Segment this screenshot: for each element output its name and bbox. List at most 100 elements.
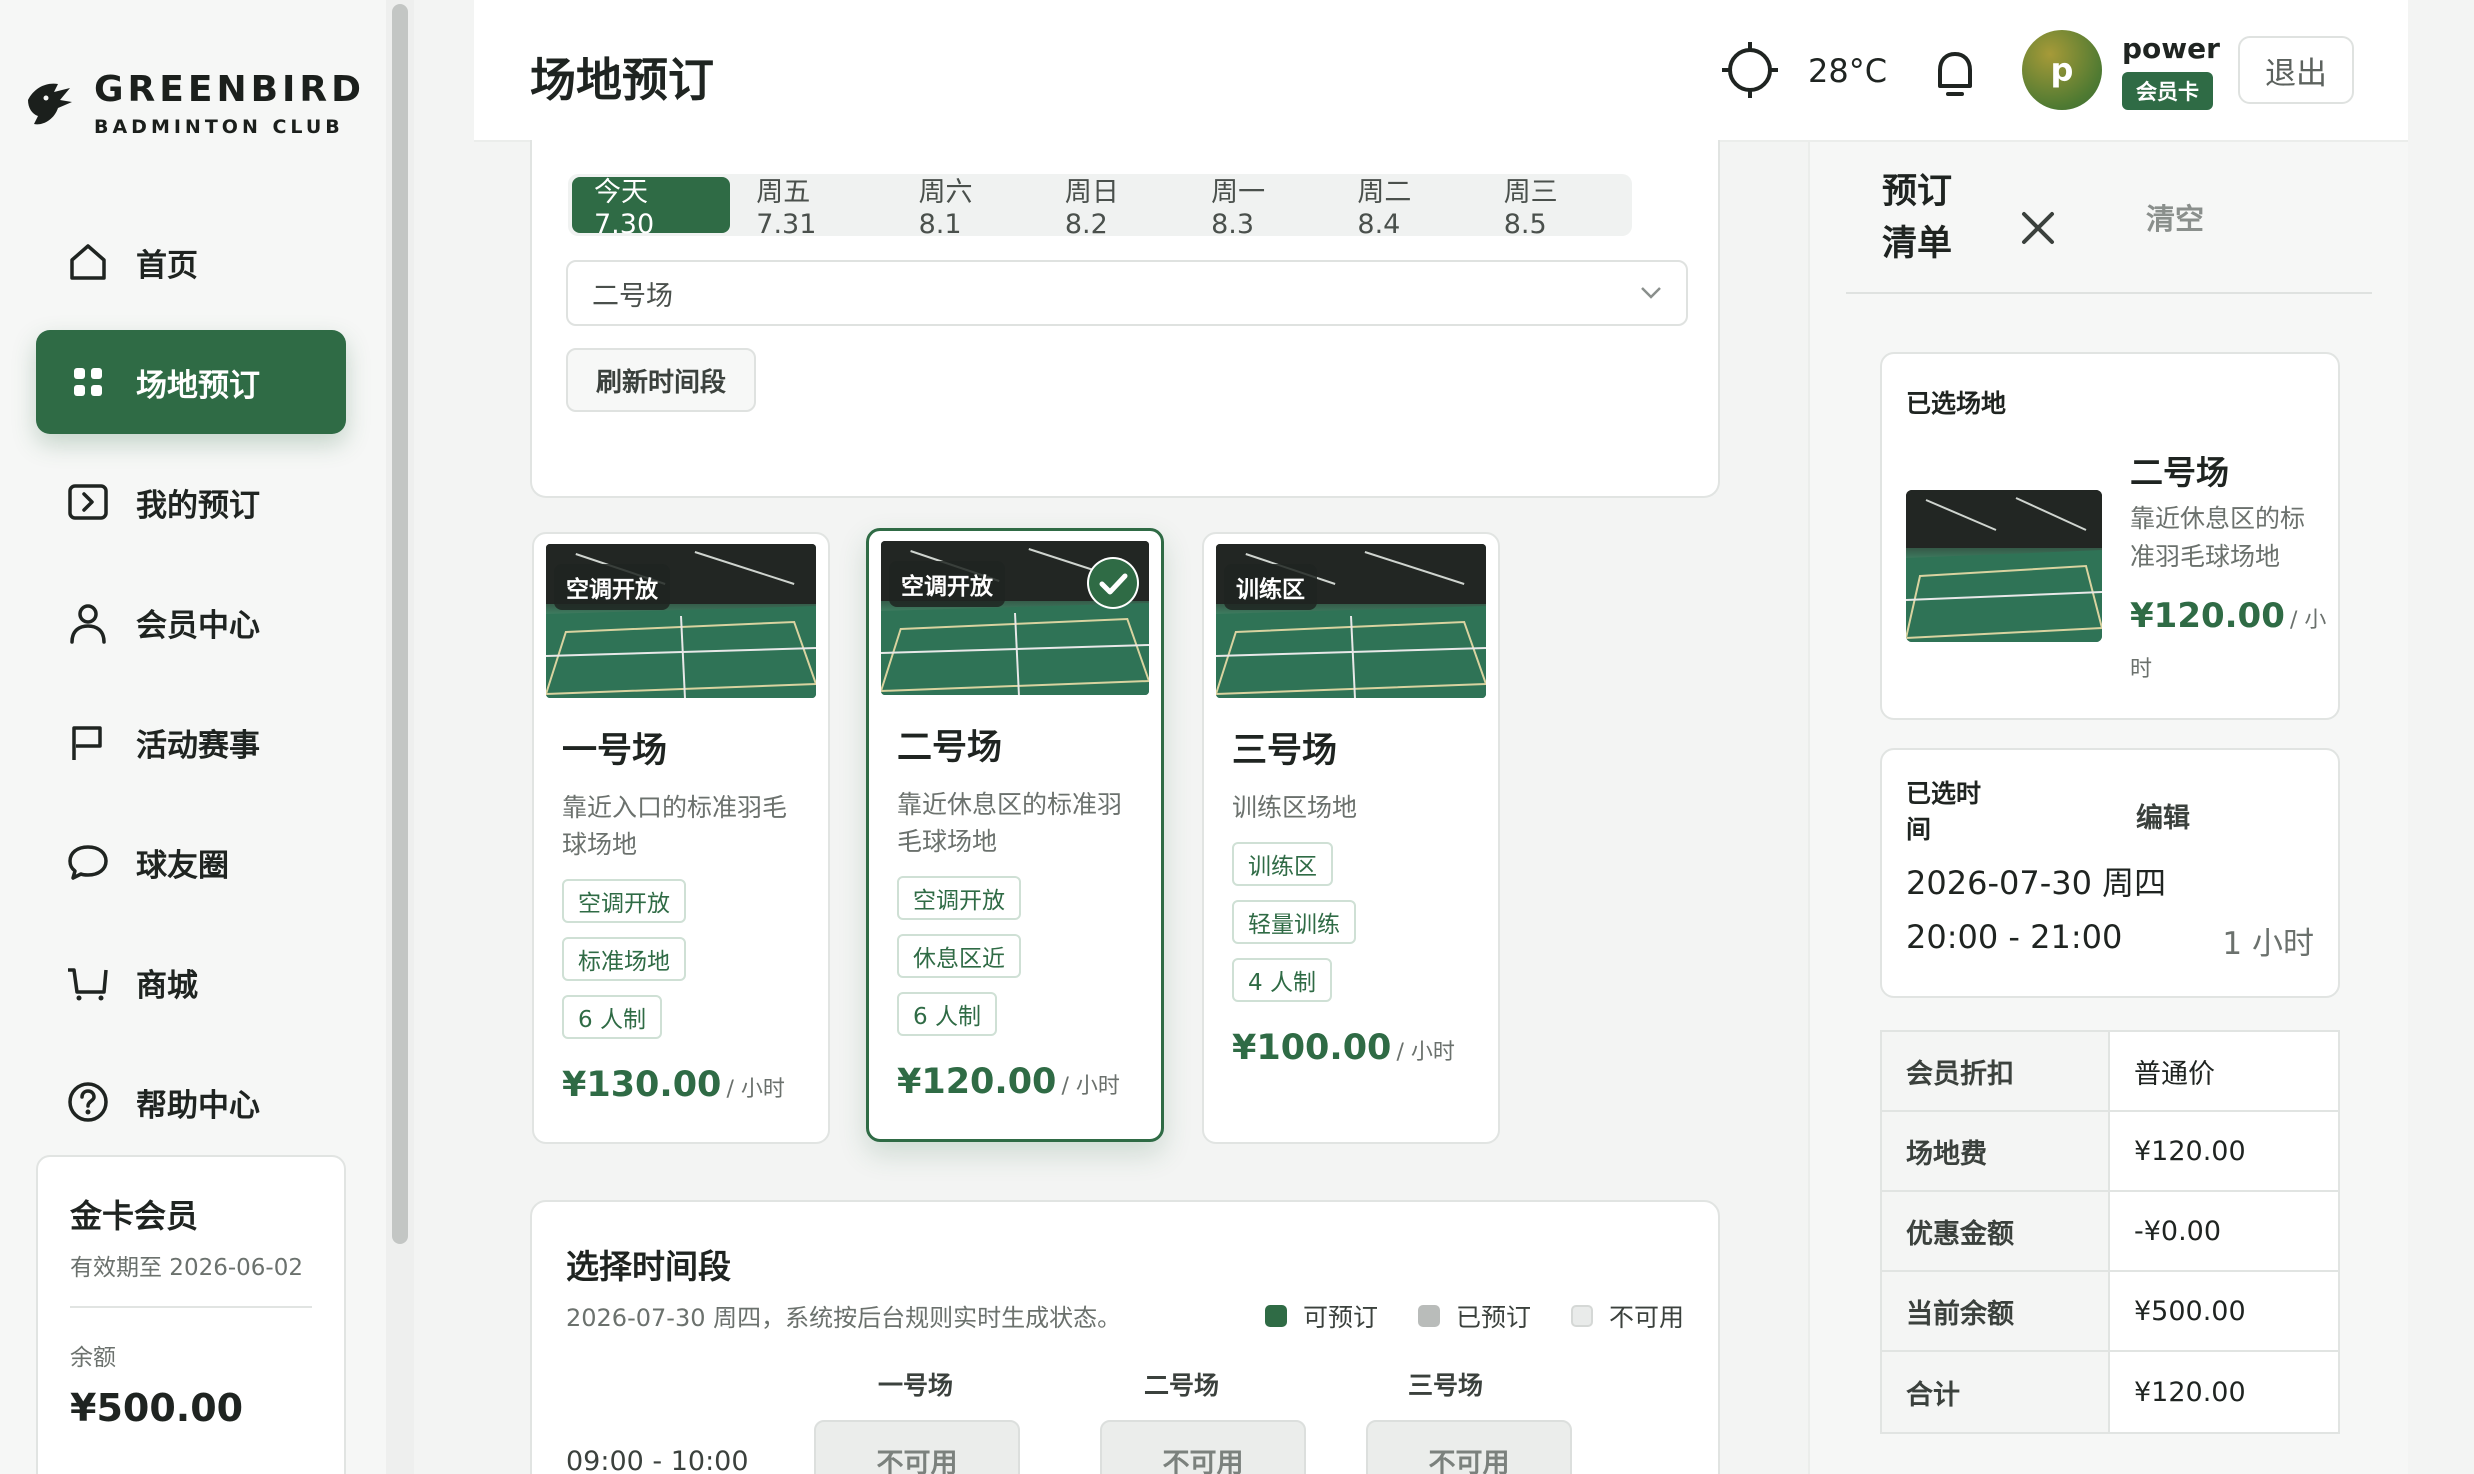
date-tab[interactable]: 周三 8.5 — [1482, 177, 1624, 240]
court-photo — [1906, 490, 2102, 642]
time-slot-button[interactable]: 不可用 — [1100, 1420, 1306, 1474]
selected-court-label: 已选场地 — [1906, 389, 2007, 418]
time-section-title: 选择时间段 — [566, 1247, 731, 1286]
nav-item-events[interactable]: 活动赛事 — [36, 690, 346, 794]
chevron-down-icon — [1641, 287, 1661, 299]
nav-item-community[interactable]: 球友圈 — [36, 810, 346, 914]
summary-row: 优惠金额 -¥0.00 — [1882, 1192, 2338, 1272]
court-price: ¥130.00 — [562, 1065, 722, 1105]
clear-cart-button[interactable]: 清空 — [2146, 196, 2204, 238]
legend-swatch — [1264, 1305, 1287, 1327]
summary-value: ¥120.00 — [2134, 1135, 2246, 1167]
member-tier: 金卡会员 — [70, 1197, 199, 1235]
court-card-2[interactable]: 空调开放 二号场 靠近休息区的标准羽毛球场地 空调开放 休息区近 6 人制 ¥1… — [866, 528, 1164, 1142]
selected-court-description: 靠近休息区的标准羽毛球场地 — [2130, 504, 2306, 571]
balance-label: 余额 — [70, 1345, 116, 1371]
flag-icon — [72, 726, 102, 760]
slot-time-label: 09:00 - 10:00 — [566, 1446, 749, 1474]
selected-court-price: ¥120.00 — [2130, 596, 2285, 636]
sidebar: GREENBIRD BADMINTON CLUB 首页 场地预订 我的预订 会员… — [0, 0, 386, 1474]
main-nav: 首页 场地预订 我的预订 会员中心 活动赛事 球友圈 商城 帮助中心 — [36, 210, 346, 1170]
brand-subtitle: BADMINTON CLUB — [94, 116, 344, 138]
court-feature-tag: 6 人制 — [562, 995, 662, 1039]
court-image-tag: 训练区 — [1224, 564, 1317, 610]
selected-duration: 1 小时 — [2222, 926, 2314, 962]
brand-name: GREENBIRD — [94, 69, 366, 110]
user-icon — [70, 604, 106, 644]
selected-time-range: 20:00 - 21:00 — [1906, 918, 2123, 956]
court-image: 空调开放 — [881, 541, 1149, 695]
divider — [1846, 292, 2372, 294]
summary-key: 优惠金额 — [1882, 1192, 2110, 1270]
filter-panel: 今天 7.30 周五 7.31 周六 8.1 周日 8.2 周一 8.3 周二 … — [530, 140, 1720, 498]
price-summary-table: 会员折扣 普通价 场地费 ¥120.00 优惠金额 -¥0.00 当前余额 ¥5… — [1880, 1030, 2340, 1434]
date-tab[interactable]: 周一 8.3 — [1189, 177, 1331, 240]
court-select[interactable]: 二号场 — [566, 260, 1688, 326]
court-feature-tag: 空调开放 — [897, 876, 1021, 920]
nav-item-my-bookings[interactable]: 我的预订 — [36, 450, 346, 554]
grid-icon — [74, 368, 102, 396]
selected-time-label: 已选时间 — [1906, 779, 1982, 844]
logout-button[interactable]: 退出 — [2238, 36, 2354, 104]
username: power — [2122, 32, 2220, 65]
bell-icon[interactable] — [1930, 46, 1980, 102]
court-price-unit: / 小时 — [726, 1077, 785, 1102]
selected-court-box: 已选场地 二号场 靠近休息区的标准羽毛球场地 ¥120.00 / 小时 — [1880, 352, 2340, 720]
summary-value: -¥0.00 — [2134, 1215, 2222, 1247]
balance-value: ¥500.00 — [70, 1386, 244, 1430]
legend-label: 可预订 — [1302, 1303, 1378, 1332]
brand-logo[interactable]: GREENBIRD BADMINTON CLUB — [24, 70, 365, 138]
divider — [70, 1306, 312, 1308]
date-tab[interactable]: 周六 8.1 — [897, 177, 1039, 240]
court-image: 空调开放 — [546, 544, 816, 698]
court-feature-tag: 4 人制 — [1232, 958, 1332, 1002]
time-section-subtitle: 2026-07-30 周四，系统按后台规则实时生成状态。 — [566, 1304, 1122, 1332]
slot-legend: 可预订 已预订 不可用 — [1225, 1298, 1684, 1334]
time-slot-button[interactable]: 不可用 — [814, 1420, 1020, 1474]
sidebar-scrollbar-thumb[interactable] — [392, 4, 408, 1244]
legend-swatch — [1417, 1305, 1440, 1327]
court-select-value: 二号场 — [592, 280, 673, 312]
nav-item-member-center[interactable]: 会员中心 — [36, 570, 346, 674]
nav-item-court-booking[interactable]: 场地预订 — [36, 330, 346, 434]
legend-label: 已预订 — [1455, 1303, 1531, 1332]
selected-date: 2026-07-30 周四 — [1906, 864, 2167, 902]
summary-key: 合计 — [1882, 1352, 2110, 1432]
summary-key: 当前余额 — [1882, 1272, 2110, 1350]
legend-label: 不可用 — [1608, 1303, 1684, 1332]
member-expire: 有效期至 2026-06-02 — [70, 1255, 303, 1281]
nav-label: 场地预订 — [136, 367, 260, 404]
date-tab[interactable]: 周日 8.2 — [1043, 177, 1185, 240]
nav-item-help[interactable]: 帮助中心 — [36, 1050, 346, 1154]
edit-time-button[interactable]: 编辑 — [2136, 796, 2190, 835]
nav-label: 帮助中心 — [136, 1087, 260, 1124]
close-icon[interactable] — [2020, 210, 2056, 246]
time-slot-panel: 选择时间段 2026-07-30 周四，系统按后台规则实时生成状态。 可预订 已… — [530, 1200, 1720, 1474]
nav-label: 球友圈 — [136, 847, 229, 884]
court-description: 靠近休息区的标准羽毛球场地 — [897, 790, 1123, 856]
summary-row: 当前余额 ¥500.00 — [1882, 1272, 2338, 1352]
court-card-3[interactable]: 训练区 三号场 训练区场地 训练区 轻量训练 4 人制 ¥100.00 / 小时 — [1202, 532, 1500, 1144]
bird-logo-icon — [28, 83, 72, 125]
refresh-slots-button[interactable]: 刷新时间段 — [566, 348, 757, 412]
nav-item-home[interactable]: 首页 — [36, 210, 346, 314]
court-price-unit: / 小时 — [1396, 1040, 1455, 1065]
booking-cart-panel: 预订清单 清空 已选场地 二号场 靠近休息区的标准羽毛球场地 ¥120.00 /… — [1808, 142, 2408, 1474]
court-card-1[interactable]: 空调开放 一号场 靠近入口的标准羽毛球场地 空调开放 标准场地 6 人制 ¥13… — [532, 532, 830, 1144]
avatar[interactable]: p — [2022, 30, 2102, 110]
court-feature-tag: 6 人制 — [897, 992, 997, 1036]
arrow-box-icon — [68, 484, 108, 520]
cart-icon — [68, 968, 108, 1001]
date-tab[interactable]: 周二 8.4 — [1335, 177, 1477, 240]
slot-column-header: 二号场 — [1144, 1371, 1220, 1400]
legend-booked: 已预订 — [1417, 1298, 1531, 1334]
date-tab[interactable]: 周五 7.31 — [734, 177, 892, 240]
court-feature-tag: 空调开放 — [562, 879, 686, 923]
date-tab-today[interactable]: 今天 7.30 — [572, 177, 731, 240]
summary-row: 场地费 ¥120.00 — [1882, 1112, 2338, 1192]
legend-swatch — [1570, 1305, 1593, 1327]
page-title: 场地预订 — [530, 53, 714, 107]
nav-item-shop[interactable]: 商城 — [36, 930, 346, 1034]
court-feature-tag: 训练区 — [1232, 842, 1333, 886]
time-slot-button[interactable]: 不可用 — [1366, 1420, 1572, 1474]
